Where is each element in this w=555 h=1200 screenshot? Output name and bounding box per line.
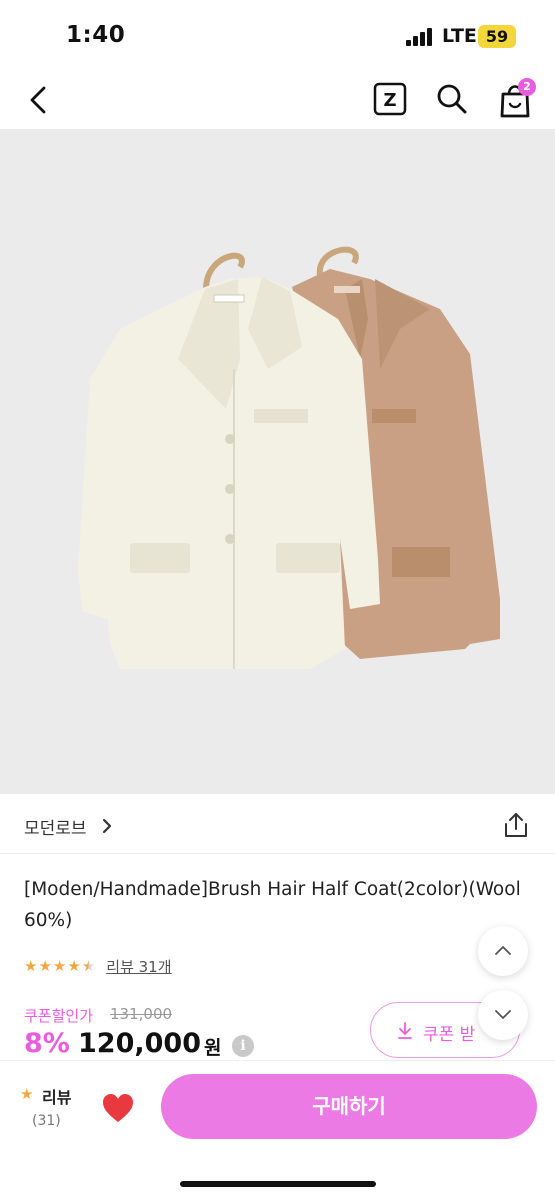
download-icon [398, 1022, 412, 1039]
brand-row: 모던로브 [0, 800, 555, 854]
search-icon [437, 84, 467, 114]
currency-label: 원 [204, 1037, 222, 1059]
home-indicator [180, 1181, 376, 1187]
svg-text:Z: Z [383, 90, 396, 111]
bottom-action-bar: ★ 리뷰 (31) 구매하기 [0, 1060, 555, 1200]
z-button[interactable]: Z [373, 82, 407, 116]
product-title: [Moden/Handmade]Brush Hair Half Coat(2co… [24, 879, 521, 931]
rating-stars: ★ ★ ★ ★ ★ [24, 956, 96, 976]
review-count-link[interactable]: 리뷰 31개 [106, 956, 171, 977]
scroll-up-button[interactable] [478, 926, 528, 976]
info-icon[interactable]: i [232, 1035, 254, 1057]
brand-link[interactable]: 모던로브 [24, 814, 87, 839]
back-button[interactable] [22, 80, 58, 120]
review-shortcut-count: (31) [32, 1113, 61, 1129]
buy-button[interactable]: 구매하기 [161, 1074, 537, 1139]
coupon-button-label: 쿠폰 받 [423, 1025, 476, 1045]
chevron-down-icon [495, 1010, 511, 1019]
star-icon: ★ [24, 957, 38, 975]
star-icon: ★ [67, 957, 81, 975]
signal-icon [406, 28, 436, 46]
share-button[interactable] [502, 810, 530, 840]
scroll-down-button[interactable] [478, 990, 528, 1040]
half-star-icon: ★ [81, 957, 96, 975]
battery-icon: 59 [478, 25, 516, 48]
review-shortcut[interactable]: ★ 리뷰 (31) [20, 1083, 80, 1143]
chevron-right-icon [102, 818, 112, 834]
cart-button[interactable]: 2 [496, 78, 536, 120]
chevron-left-icon [30, 86, 46, 114]
product-image[interactable] [0, 129, 555, 794]
rating-row: ★ ★ ★ ★ ★ 리뷰 31개 [24, 955, 172, 977]
z-logo-icon: Z [373, 82, 407, 116]
discount-rate: 8% [24, 1028, 70, 1059]
search-button[interactable] [434, 80, 470, 118]
original-price: 131,000 [110, 1005, 173, 1023]
wishlist-button[interactable] [100, 1091, 136, 1125]
star-icon: ★ [20, 1085, 34, 1103]
cart-count-badge: 2 [518, 78, 536, 96]
heart-icon [103, 1094, 133, 1122]
review-shortcut-label: 리뷰 [42, 1088, 72, 1107]
share-icon [505, 813, 527, 837]
nav-bar: Z 2 [0, 72, 555, 128]
star-icon: ★ [38, 957, 52, 975]
status-time: 1:40 [66, 22, 126, 48]
coat-illustration [78, 246, 500, 669]
network-label: LTE [442, 25, 477, 47]
coupon-price-label: 쿠폰할인가 [24, 1007, 94, 1025]
status-bar: 1:40 LTE 59 [0, 0, 555, 72]
chevron-up-icon [495, 946, 511, 955]
star-icon: ★ [52, 957, 67, 975]
sale-price: 120,000 [78, 1028, 201, 1059]
